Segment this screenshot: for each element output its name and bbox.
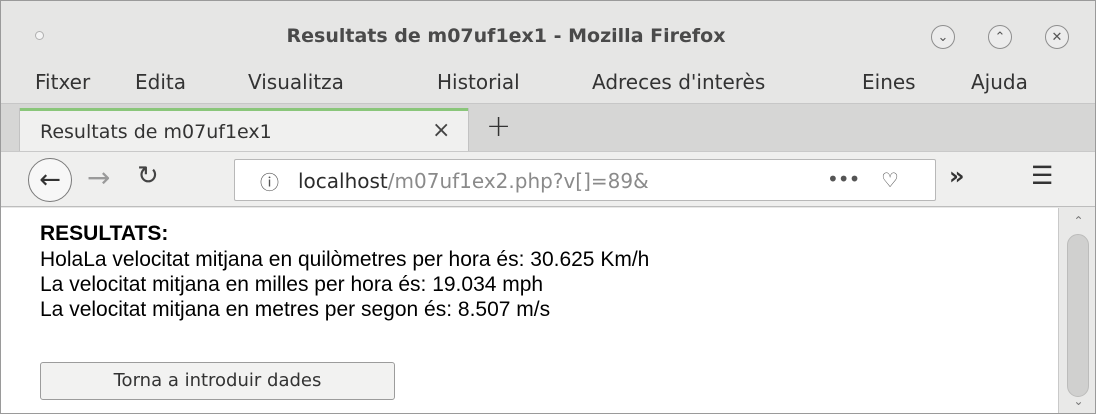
reenter-data-button[interactable]: Torna a introduir dades xyxy=(40,362,395,400)
menu-eines[interactable]: Eines xyxy=(862,70,916,94)
url-host: localhost xyxy=(298,169,388,193)
menu-fitxer[interactable]: Fitxer xyxy=(35,70,90,94)
vertical-scrollbar[interactable]: ⌃ ⌄ xyxy=(1058,208,1095,413)
menu-bar: Fitxer Edita Visualitza Historial Adrece… xyxy=(1,57,1095,103)
minimize-button[interactable]: ⌄ xyxy=(931,25,955,49)
close-icon: ✕ xyxy=(1051,29,1063,45)
maximize-icon: ⌃ xyxy=(994,29,1006,45)
result-kmh-line: HolaLa velocitat mitjana en quilòmetres … xyxy=(40,248,650,271)
results-heading: RESULTATS: xyxy=(40,222,169,245)
tab-accent-line xyxy=(20,108,468,111)
scrollbar-thumb[interactable] xyxy=(1067,234,1089,397)
menu-adreces[interactable]: Adreces d'interès xyxy=(592,70,765,94)
reload-icon[interactable]: ↻ xyxy=(137,161,159,191)
url-text[interactable]: localhost/m07uf1ex2.php?v[]=89& xyxy=(298,169,649,193)
pocket-icon[interactable]: ♡ xyxy=(881,168,899,192)
menu-edita[interactable]: Edita xyxy=(135,70,186,94)
back-arrow-icon: ← xyxy=(39,165,61,195)
tab-strip: Resultats de m07uf1ex1 × + xyxy=(1,103,1095,152)
result-ms-line: La velocitat mitjana en metres per segon… xyxy=(40,298,551,321)
window-title: Resultats de m07uf1ex1 - Mozilla Firefox xyxy=(286,25,726,47)
maximize-button[interactable]: ⌃ xyxy=(988,25,1012,49)
page-content: RESULTATS: HolaLa velocitat mitjana en q… xyxy=(1,208,1058,413)
url-fade xyxy=(740,164,800,196)
minimize-icon: ⌄ xyxy=(937,29,949,45)
tab-close-icon[interactable]: × xyxy=(432,118,450,143)
navigation-bar: ← → ↻ ⓘ localhost/m07uf1ex2.php?v[]=89& … xyxy=(1,151,1095,207)
scroll-up-icon[interactable]: ⌃ xyxy=(1059,214,1095,228)
menu-visualitza[interactable]: Visualitza xyxy=(248,70,344,94)
title-bar: Resultats de m07uf1ex1 - Mozilla Firefox… xyxy=(1,1,1095,57)
close-window-button[interactable]: ✕ xyxy=(1045,25,1069,49)
tab-title: Resultats de m07uf1ex1 xyxy=(40,121,272,143)
forward-arrow-icon[interactable]: → xyxy=(87,161,110,194)
overflow-icon[interactable]: » xyxy=(949,162,965,190)
info-icon[interactable]: ⓘ xyxy=(260,168,279,195)
page-actions-icon[interactable]: ••• xyxy=(827,167,860,191)
url-path: /m07uf1ex2.php?v[]=89& xyxy=(387,169,649,193)
menu-ajuda[interactable]: Ajuda xyxy=(971,70,1028,94)
browser-window: Resultats de m07uf1ex1 - Mozilla Firefox… xyxy=(0,0,1096,414)
new-tab-icon[interactable]: + xyxy=(486,109,511,144)
menu-historial[interactable]: Historial xyxy=(437,70,520,94)
scroll-down-icon[interactable]: ⌄ xyxy=(1059,394,1095,408)
back-button[interactable]: ← xyxy=(28,158,72,202)
tab-active[interactable]: Resultats de m07uf1ex1 × xyxy=(19,108,469,152)
result-mph-line: La velocitat mitjana en milles per hora … xyxy=(40,273,544,296)
url-bar[interactable]: ⓘ localhost/m07uf1ex2.php?v[]=89& ••• ♡ xyxy=(234,159,936,201)
hamburger-menu-icon[interactable]: ☰ xyxy=(1031,161,1053,190)
